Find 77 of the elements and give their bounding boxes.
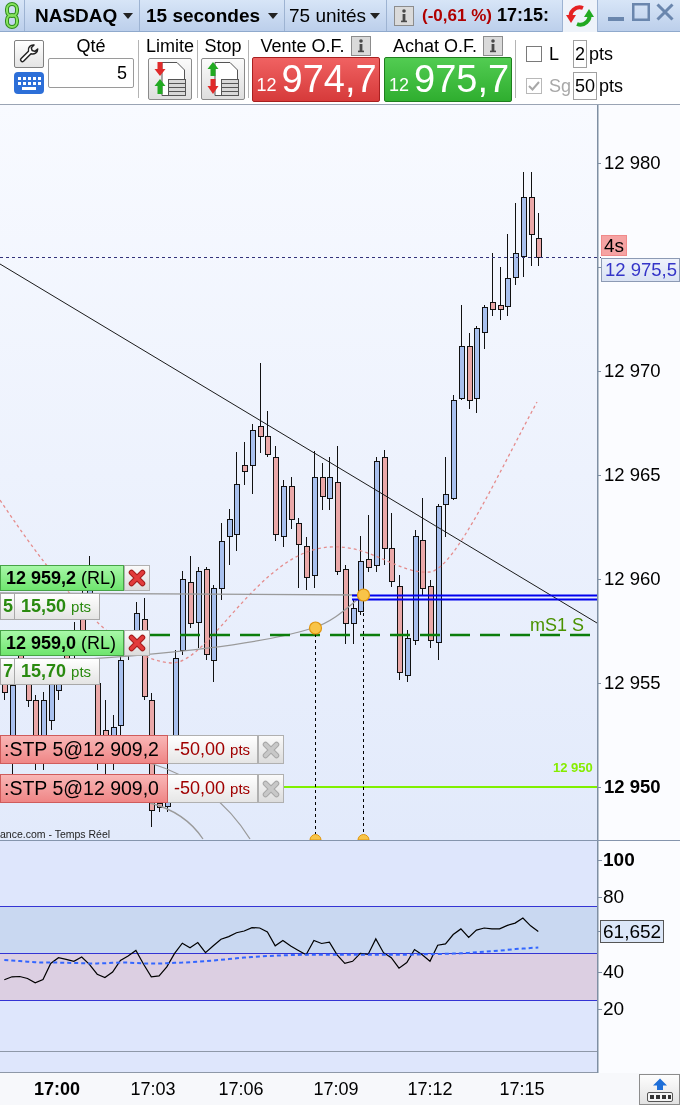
time-label: 17:03: [130, 1079, 176, 1099]
info-icon[interactable]: [350, 36, 371, 56]
last-price-label: 12 975,5: [601, 258, 680, 282]
source-text: ance.com - Temps Réel: [0, 828, 111, 840]
level-label: mS1 S: [530, 616, 585, 634]
keyboard-icon[interactable]: [14, 72, 44, 94]
info-icon[interactable]: [483, 36, 503, 56]
current-value-label: 61,652: [600, 920, 664, 944]
quantity-field[interactable]: 5: [48, 58, 134, 88]
dropdown[interactable]: 15 secondes: [140, 0, 285, 31]
quote-label: Achat O.F.: [392, 36, 477, 56]
points-field[interactable]: 2: [573, 40, 587, 68]
dot-icon[interactable]: [308, 621, 323, 635]
close-icon: [128, 569, 146, 587]
points-label: 15,50 pts: [15, 593, 100, 620]
dropdown[interactable]: 75 unités: [285, 0, 387, 31]
price-axis-label: 12 950: [604, 776, 661, 798]
unit-label: pts: [589, 43, 614, 65]
option-label: Sg: [548, 75, 573, 97]
close-button[interactable]: [124, 565, 150, 591]
chain-icon[interactable]: [4, 2, 20, 29]
time-label: 17:09: [313, 1079, 359, 1099]
indicator-axis-label: 80: [603, 886, 625, 909]
caret-icon: [370, 12, 380, 19]
wrench-icon: [18, 43, 40, 65]
document-arrows-icon: [206, 61, 240, 97]
option-label: L: [548, 43, 560, 65]
stop-label: Stop: [204, 36, 242, 56]
close-icon: [262, 779, 280, 798]
order-label[interactable]: 12 959,2 (RL): [0, 565, 124, 591]
points-label: -50,00 pts: [168, 774, 258, 803]
sell-button[interactable]: 12 974,7: [251, 57, 380, 102]
limit-label: Limite: [146, 36, 194, 56]
time-label: 17:15: [499, 1079, 545, 1099]
time-label: 17:06: [218, 1079, 264, 1099]
refresh-button[interactable]: [562, 0, 598, 32]
points-label: 15,70 pts: [15, 658, 100, 685]
dropdown[interactable]: NASDAQ: [25, 0, 140, 31]
unit-label: pts: [599, 75, 624, 97]
caret-icon: [123, 12, 133, 19]
level-label: 12 950: [553, 761, 593, 775]
indicator-axis-label: 40: [603, 960, 625, 983]
quantity-label: Qté: [76, 36, 106, 56]
close-icon: [262, 740, 280, 759]
countdown-label: 4s: [601, 235, 628, 256]
up-arrow-bar-icon: [645, 1077, 674, 1102]
limit-order-button[interactable]: [148, 58, 192, 100]
dot-icon[interactable]: [356, 588, 371, 602]
tick-icon: [528, 81, 540, 91]
clock-time: 17:15:: [496, 5, 549, 26]
time-label: 17:12: [407, 1079, 453, 1099]
close-icon: [128, 634, 146, 652]
indicator-axis-label: 100: [603, 848, 635, 871]
stop-order-button[interactable]: [201, 58, 245, 100]
price-axis-label: 12 960: [604, 568, 661, 590]
checkbox[interactable]: [526, 46, 542, 62]
panel-button[interactable]: [639, 1074, 680, 1105]
indicator-axis-label: 20: [603, 998, 625, 1021]
price-axis-label: 12 955: [604, 672, 661, 694]
price-axis-label: 12 980: [604, 152, 661, 174]
document-arrows-icon: [153, 61, 187, 97]
price-axis-label: 12 965: [604, 464, 661, 486]
price-axis-label: 12 970: [604, 360, 661, 382]
points-label: -50,00 pts: [168, 735, 258, 764]
refresh-icon: [565, 3, 595, 29]
time-label: 17:00: [34, 1079, 80, 1099]
settings-button[interactable]: [14, 40, 44, 68]
close-icon[interactable]: [656, 3, 674, 21]
caret-icon: [268, 12, 278, 19]
quote-label: Vente O.F.: [260, 36, 345, 56]
number-label: 5: [0, 593, 15, 620]
order-label[interactable]: 12 959,0 (RL): [0, 630, 124, 656]
close-button[interactable]: [124, 630, 150, 656]
maximize-icon[interactable]: [632, 3, 650, 21]
number-label: 7: [0, 658, 15, 685]
info-icon[interactable]: [394, 5, 414, 26]
change-percent: (-0,61 %): [422, 5, 492, 26]
